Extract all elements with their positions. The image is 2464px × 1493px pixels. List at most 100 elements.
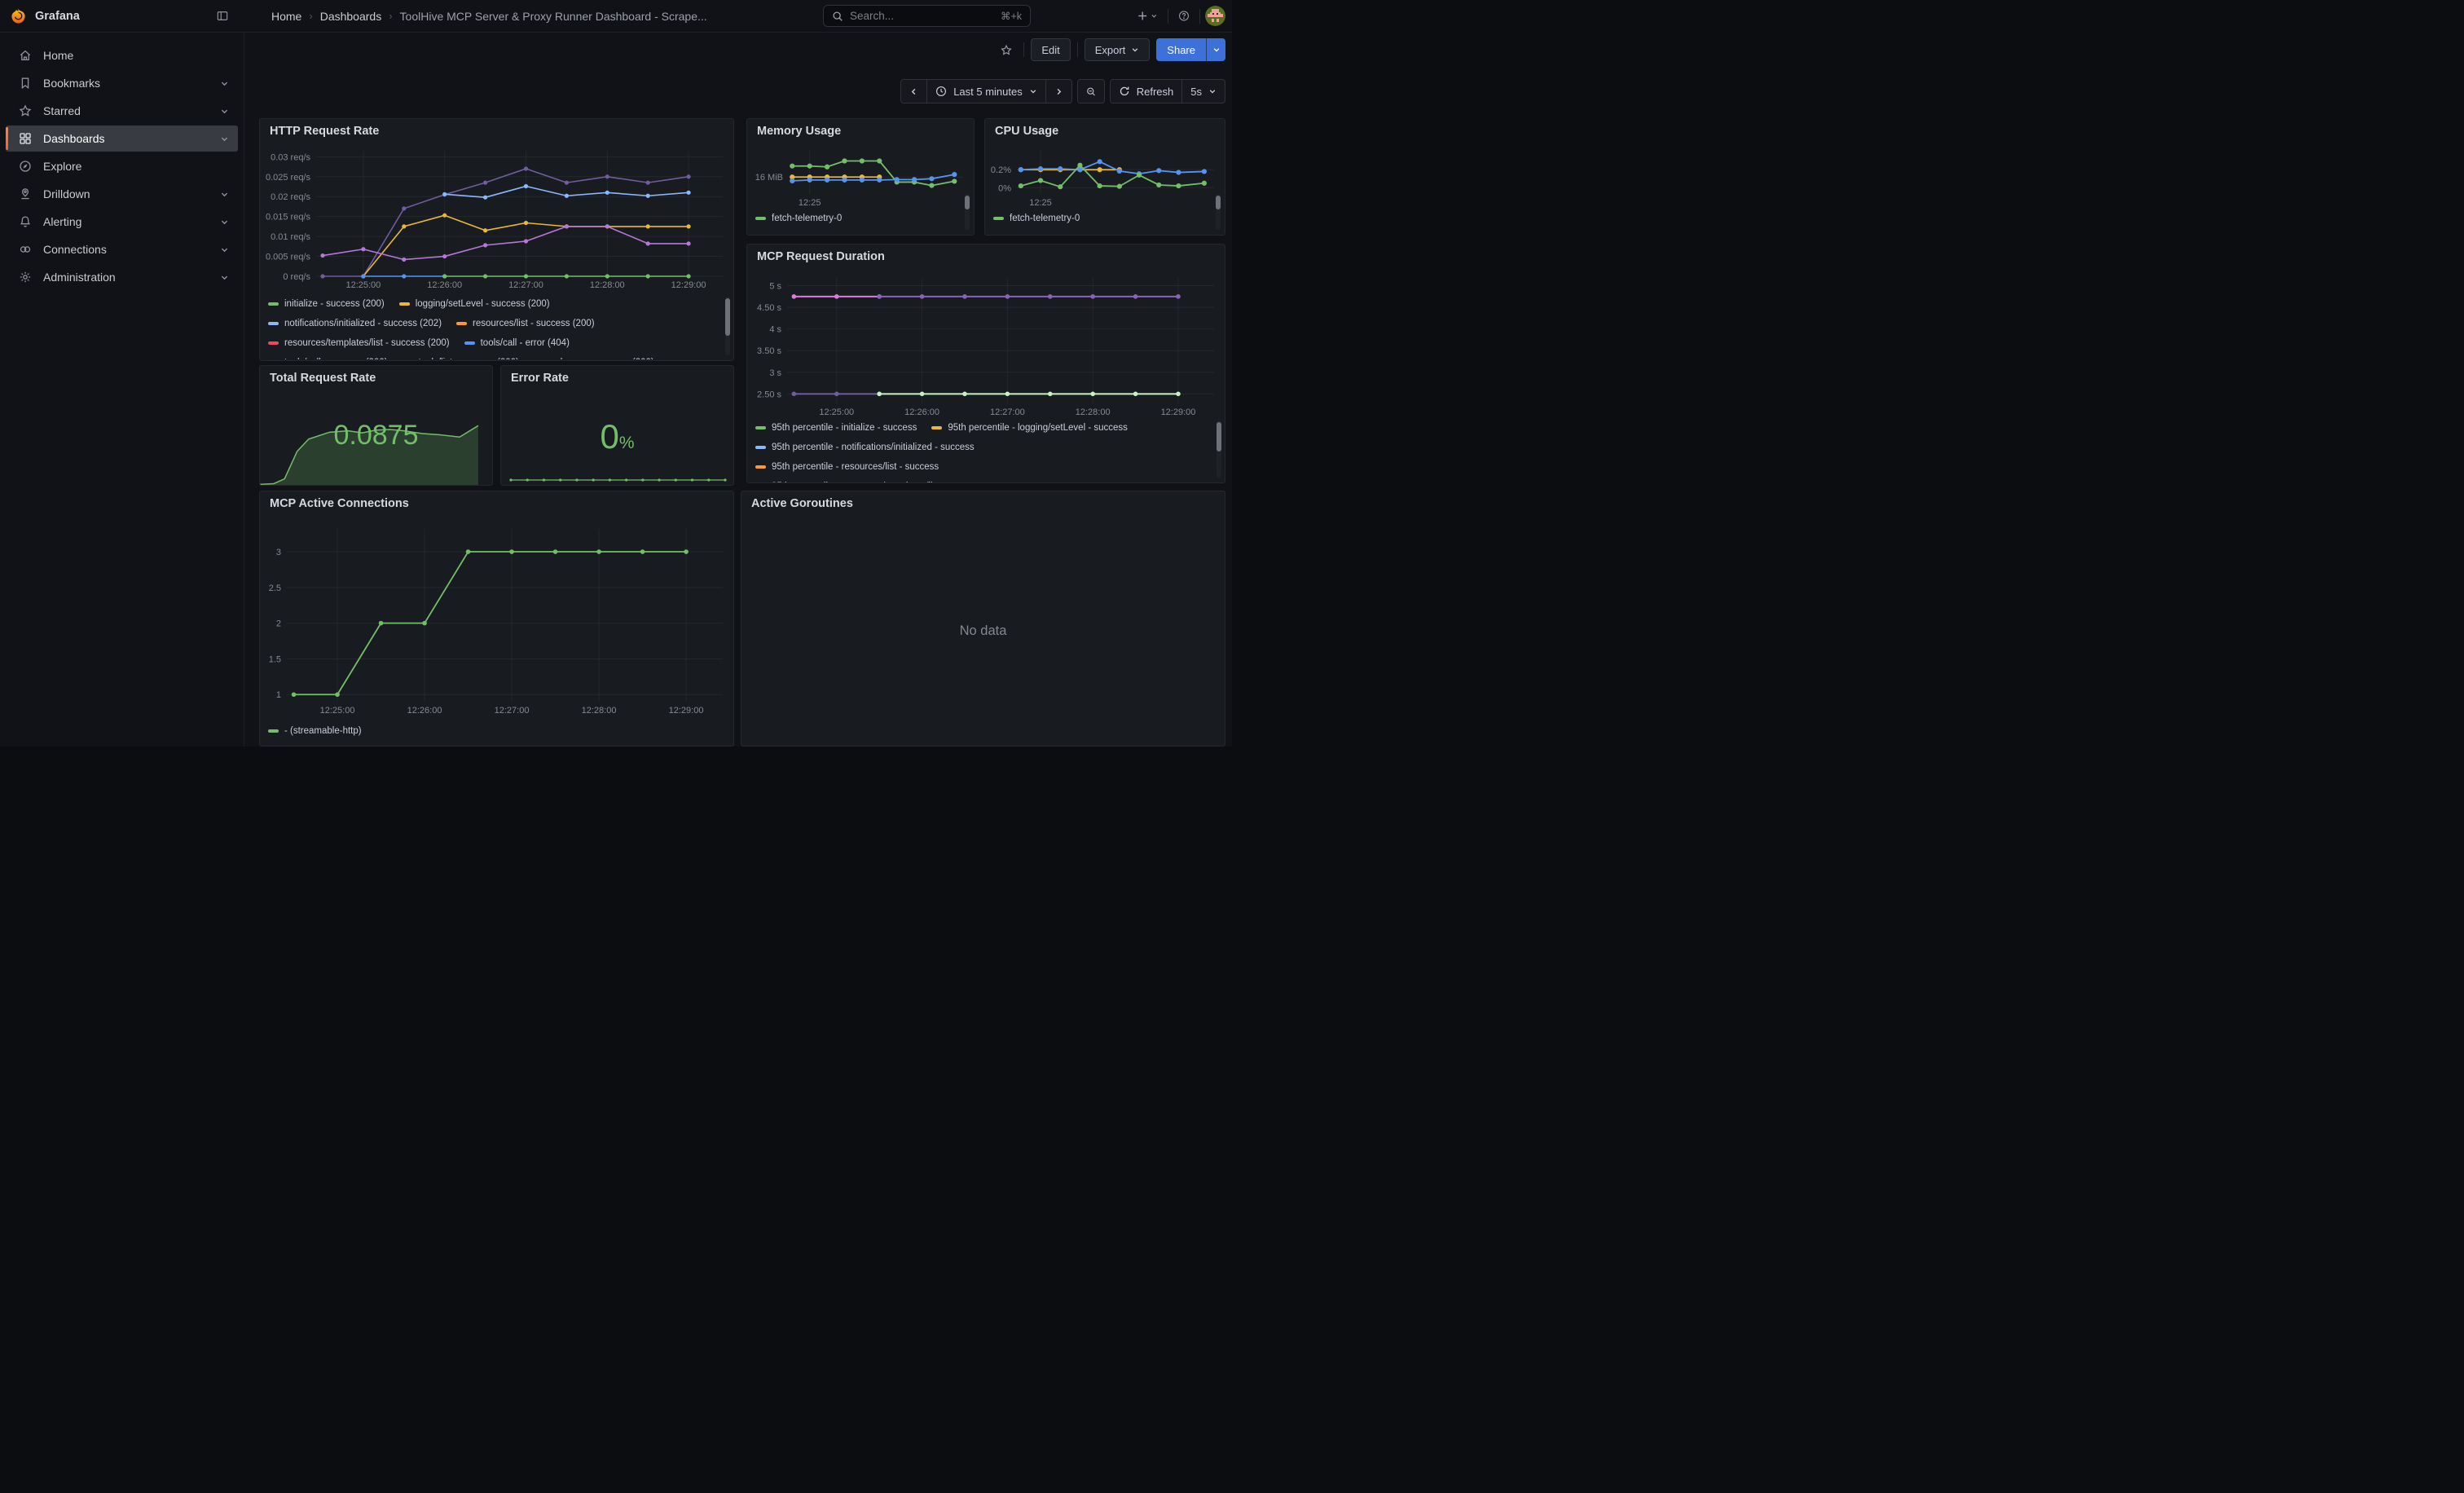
sidebar-item-label: Drilldown xyxy=(43,187,90,200)
svg-text:0.005 req/s: 0.005 req/s xyxy=(266,253,310,262)
no-data-message: No data xyxy=(741,516,1225,746)
legend-item[interactable]: tools/call - success (200) xyxy=(268,358,388,359)
add-button[interactable] xyxy=(1132,6,1163,27)
share-button[interactable]: Share xyxy=(1156,38,1206,61)
legend-item[interactable]: tools/call - error (404) xyxy=(464,338,570,348)
legend-scrollbar[interactable] xyxy=(1216,194,1221,230)
refresh-interval-label: 5s xyxy=(1190,86,1202,98)
legend-label: logging/setLevel - success (200) xyxy=(416,299,550,309)
panel-title[interactable]: Total Request Rate xyxy=(260,366,492,390)
time-shift-forward-button[interactable] xyxy=(1045,79,1072,103)
breadcrumb-current[interactable]: ToolHive MCP Server & Proxy Runner Dashb… xyxy=(400,10,707,23)
legend-item[interactable]: 95th percentile - notifications/initiali… xyxy=(755,443,975,452)
legend-label: unknown - success (200) xyxy=(550,358,654,359)
svg-text:12:26:00: 12:26:00 xyxy=(427,280,462,290)
legend-item[interactable]: fetch-telemetry-0 xyxy=(993,214,1080,223)
chevron-right-icon xyxy=(1054,87,1063,96)
breadcrumb-home[interactable]: Home xyxy=(271,10,301,23)
svg-text:12:25: 12:25 xyxy=(799,198,821,207)
sidebar-item-administration[interactable]: Administration xyxy=(6,264,238,290)
share-menu-button[interactable] xyxy=(1206,38,1225,61)
help-icon[interactable] xyxy=(1173,6,1195,27)
chevron-down-icon[interactable] xyxy=(220,218,229,227)
svg-text:4.50 s: 4.50 s xyxy=(757,303,781,313)
sidebar-item-starred[interactable]: Starred xyxy=(6,98,238,124)
cpu-usage-chart[interactable]: 12:250.2%0% xyxy=(989,142,1219,207)
sidebar: HomeBookmarksStarredDashboardsExplore Dri… xyxy=(0,32,244,746)
legend-item[interactable]: 95th percentile - initialize - success xyxy=(755,423,917,433)
legend-item[interactable]: unknown - success (200) xyxy=(534,358,654,359)
legend-label: initialize - success (200) xyxy=(284,299,385,309)
svg-text:4 s: 4 s xyxy=(769,325,781,335)
star-icon[interactable] xyxy=(996,39,1017,60)
legend-item[interactable]: resources/templates/list - success (200) xyxy=(268,338,450,348)
panel-title[interactable]: CPU Usage xyxy=(985,119,1225,143)
share-split-button: Share xyxy=(1156,38,1225,61)
zoom-out-button[interactable] xyxy=(1077,79,1105,103)
panel-title[interactable]: MCP Request Duration xyxy=(747,244,1225,269)
legend-item[interactable]: initialize - success (200) xyxy=(268,299,385,309)
svg-text:12:25: 12:25 xyxy=(1029,198,1052,207)
avatar[interactable] xyxy=(1205,6,1225,26)
chevron-down-icon[interactable] xyxy=(220,245,229,254)
chevron-down-icon[interactable] xyxy=(220,134,229,143)
chevron-down-icon xyxy=(1131,46,1139,54)
export-button[interactable]: Export xyxy=(1085,38,1151,61)
legend-item[interactable]: tools/list - success (200) xyxy=(403,358,519,359)
chevron-down-icon[interactable] xyxy=(220,107,229,116)
grafana-app: Grafana Home › Dashboards › ToolHive MCP… xyxy=(0,0,1232,746)
panel-title[interactable]: Memory Usage xyxy=(747,119,974,143)
compass-icon xyxy=(19,160,32,173)
time-range-group: Last 5 minutes xyxy=(900,79,1072,103)
sidebar-item-connections[interactable]: Connections xyxy=(6,236,238,262)
legend-swatch xyxy=(755,217,766,220)
refresh-button[interactable]: Refresh xyxy=(1110,79,1183,103)
legend-row: 95th percentile - notifications/initiali… xyxy=(755,438,1208,457)
chevron-down-icon[interactable] xyxy=(220,273,229,282)
mcp-active-connections-chart[interactable]: 12:25:0012:26:0012:27:0012:28:0012:29:00… xyxy=(266,517,729,718)
time-shift-back-button[interactable] xyxy=(900,79,927,103)
legend-item[interactable]: - (streamable-http) xyxy=(268,726,362,736)
chevron-down-icon[interactable] xyxy=(220,79,229,88)
legend-item[interactable]: notifications/initialized - success (202… xyxy=(268,319,442,328)
panel-title[interactable]: Active Goroutines xyxy=(741,491,1225,516)
svg-text:12:28:00: 12:28:00 xyxy=(590,280,625,290)
legend-item[interactable]: 95th percentile - logging/setLevel - suc… xyxy=(931,423,1128,433)
sidebar-toggle-icon[interactable] xyxy=(212,6,233,27)
error-rate-sparkline[interactable] xyxy=(508,470,728,483)
legend-item[interactable]: 95th percentile - resources/list - succe… xyxy=(755,462,939,472)
panel-title[interactable]: MCP Active Connections xyxy=(260,491,733,516)
legend-scrollbar[interactable] xyxy=(1217,421,1221,478)
edit-button[interactable]: Edit xyxy=(1031,38,1070,61)
panel-title[interactable]: HTTP Request Rate xyxy=(260,119,733,143)
legend-item[interactable]: logging/setLevel - success (200) xyxy=(399,299,550,309)
time-range-picker[interactable]: Last 5 minutes xyxy=(926,79,1046,103)
legend-scrollbar[interactable] xyxy=(965,194,970,230)
svg-text:12:27:00: 12:27:00 xyxy=(495,706,530,716)
svg-text:3.50 s: 3.50 s xyxy=(757,346,781,356)
legend-scrollbar[interactable] xyxy=(725,297,730,355)
mcp-request-duration-chart[interactable]: 12:25:0012:26:0012:27:0012:28:0012:29:00… xyxy=(753,270,1221,418)
breadcrumb-dashboards[interactable]: Dashboards xyxy=(320,10,382,23)
chevron-down-icon[interactable] xyxy=(220,190,229,199)
sidebar-item-bookmarks[interactable]: Bookmarks xyxy=(6,70,238,96)
legend-item[interactable]: fetch-telemetry-0 xyxy=(755,214,842,223)
refresh-interval-picker[interactable]: 5s xyxy=(1181,79,1225,103)
sidebar-item-drilldown[interactable]: Drilldown xyxy=(6,181,238,207)
search-input[interactable]: Search... ⌘+k xyxy=(823,5,1031,27)
memory-usage-chart[interactable]: 12:2516 MiB xyxy=(751,142,968,207)
legend-label: 95th percentile - initialize - success xyxy=(772,423,917,433)
svg-text:1: 1 xyxy=(276,690,281,700)
brand[interactable]: Grafana xyxy=(10,7,80,24)
svg-text:12:26:00: 12:26:00 xyxy=(407,706,442,716)
sidebar-item-explore[interactable]: Explore xyxy=(6,153,238,179)
sidebar-item-dashboards[interactable]: Dashboards xyxy=(6,126,238,152)
svg-text:2.50 s: 2.50 s xyxy=(757,390,781,399)
legend-label: 95th percentile - logging/setLevel - suc… xyxy=(948,423,1128,433)
panel-title[interactable]: Error Rate xyxy=(501,366,733,390)
sidebar-item-alerting[interactable]: Alerting xyxy=(6,209,238,235)
legend-item[interactable]: resources/list - success (200) xyxy=(456,319,595,328)
http-request-rate-chart[interactable]: 12:25:0012:26:0012:27:0012:28:0012:29:00… xyxy=(266,144,729,291)
sidebar-nav: HomeBookmarksStarredDashboardsExplore Dri… xyxy=(0,42,244,290)
sidebar-item-home[interactable]: Home xyxy=(6,42,238,68)
